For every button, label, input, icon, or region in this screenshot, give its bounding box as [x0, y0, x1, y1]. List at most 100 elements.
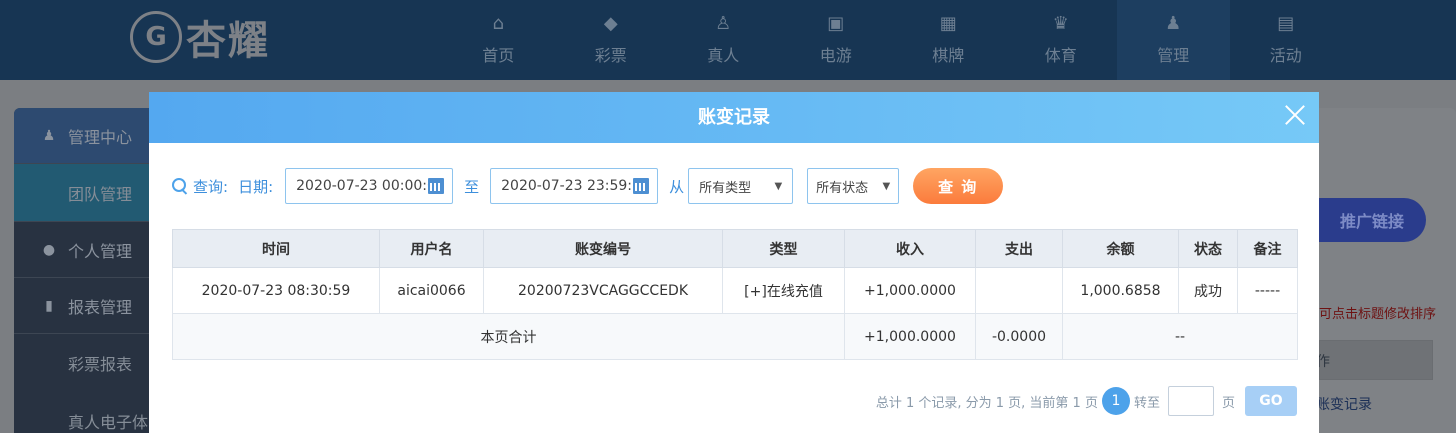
nav-label: 棋牌	[932, 46, 965, 65]
nav-label: 体育	[1044, 46, 1077, 65]
brand-logo[interactable]: G 杏耀	[130, 4, 270, 70]
column-header[interactable]: 状态	[1178, 229, 1238, 268]
type-select-value: 所有类型	[699, 180, 752, 196]
chevron-down-icon: ▼	[882, 180, 891, 192]
home-icon: ⌂	[492, 13, 504, 34]
sidebar-item-team-management[interactable]: 团队管理	[14, 164, 154, 222]
background-transaction-link[interactable]: 账变记录	[1316, 394, 1372, 414]
calendar-icon[interactable]	[428, 178, 445, 194]
goto-page-input[interactable]	[1167, 386, 1214, 416]
slot-icon: ▣	[827, 13, 845, 34]
nav-label: 电游	[819, 46, 852, 65]
nav-label: 彩票	[594, 46, 627, 65]
sidebar-item-label: 报表管理	[68, 297, 133, 317]
column-header[interactable]: 支出	[975, 229, 1063, 268]
end-date-input[interactable]: 2020-07-23 23:59:59	[490, 168, 659, 204]
start-date-input[interactable]: 2020-07-23 00:00:00	[285, 168, 454, 204]
calendar-icon[interactable]	[633, 178, 650, 194]
transaction-table: 时间 用户名 账变编号 类型 收入 支出 余额 状态 备注 2020-07-23…	[172, 229, 1298, 360]
background-table-header: 作	[1316, 340, 1433, 380]
nav-label: 真人	[707, 46, 740, 65]
sidebar: ♟ 管理中心 团队管理 ● 个人管理 ▮ 报表管理 彩票报表 真人电子体	[14, 108, 154, 433]
cell-remark: -----	[1237, 267, 1298, 314]
page-suffix: 页	[1221, 395, 1235, 411]
user-icon: ●	[42, 241, 56, 258]
cell-expense	[975, 267, 1063, 314]
column-header[interactable]: 账变编号	[483, 229, 723, 268]
from-label: 从	[669, 177, 685, 196]
management-icon: ♟	[1165, 13, 1182, 34]
sports-trophy-icon: ♛	[1052, 13, 1069, 34]
sidebar-item-label: 个人管理	[68, 241, 133, 261]
chevron-down-icon: ▼	[774, 180, 783, 192]
goto-label: 转至	[1133, 395, 1160, 411]
sidebar-item-reports[interactable]: ▮ 报表管理	[14, 278, 154, 334]
sidebar-item-personal[interactable]: ● 个人管理	[14, 222, 154, 278]
modal-header: 账变记录	[149, 92, 1319, 143]
sort-hint-text: 可点击标题修改排序	[1319, 307, 1437, 322]
nav-label: 管理	[1157, 46, 1190, 65]
current-page-button[interactable]: 1	[1101, 387, 1130, 415]
nav-item-slots[interactable]: ▣ 电游	[780, 0, 893, 80]
go-button[interactable]: GO	[1245, 386, 1297, 416]
query-label: 查询:	[193, 177, 229, 196]
table-header-row: 时间 用户名 账变编号 类型 收入 支出 余额 状态 备注	[172, 229, 1298, 268]
column-header[interactable]: 备注	[1237, 229, 1298, 268]
page-total-income: +1,000.0000	[844, 313, 976, 360]
gift-icon: ▤	[1277, 13, 1295, 34]
nav-item-live[interactable]: ♙ 真人	[667, 0, 780, 80]
column-header[interactable]: 余额	[1062, 229, 1179, 268]
status-select[interactable]: 所有状态 ▼	[807, 168, 900, 204]
date-label: 日期:	[238, 177, 274, 196]
nav-item-sports[interactable]: ♛ 体育	[1005, 0, 1118, 80]
modal-title: 账变记录	[698, 107, 770, 128]
background-content-panel	[1300, 108, 1456, 433]
nav-label: 活动	[1269, 46, 1302, 65]
query-button[interactable]: 查 询	[913, 168, 1004, 204]
column-header[interactable]: 用户名	[379, 229, 484, 268]
nav-item-activity[interactable]: ▤ 活动	[1230, 0, 1343, 80]
live-dealer-icon: ♙	[715, 13, 732, 34]
type-select[interactable]: 所有类型 ▼	[688, 168, 794, 204]
to-label: 至	[464, 177, 480, 196]
filter-bar: 查询: 日期: 2020-07-23 00:00:00 至 2020-07-23…	[171, 167, 1004, 205]
end-date-value: 2020-07-23 23:59:59	[501, 178, 650, 194]
page-total-label: 本页合计	[172, 313, 845, 360]
table-row: 2020-07-23 08:30:59 aicai0066 20200723VC…	[172, 267, 1298, 314]
cell-txn-id: 20200723VCAGGCCEDK	[483, 267, 723, 314]
nav-label: 首页	[482, 46, 515, 65]
page-total-rest: --	[1062, 313, 1298, 360]
cell-username: aicai0066	[379, 267, 484, 314]
page-total-row: 本页合计 +1,000.0000 -0.0000 --	[172, 313, 1298, 360]
report-icon: ▮	[45, 297, 53, 314]
close-icon[interactable]	[1283, 103, 1307, 127]
users-icon: ♟	[42, 127, 56, 144]
sidebar-item-management-center[interactable]: ♟ 管理中心	[14, 108, 154, 164]
cell-status: 成功	[1178, 267, 1238, 314]
page-total-expense: -0.0000	[975, 313, 1063, 360]
column-header[interactable]: 时间	[172, 229, 380, 268]
status-select-value: 所有状态	[816, 180, 869, 196]
sidebar-item-live-report[interactable]: 真人电子体	[14, 392, 154, 433]
logo-text: 杏耀	[186, 18, 270, 64]
top-navigation-bar: G 杏耀 ⌂ 首页 ◆ 彩票 ♙ 真人 ▣ 电游 ▦ 棋牌 ♛ 体育 ♟ 管理	[0, 0, 1456, 80]
pagination-summary: 总计 1 个记录, 分为 1 页, 当前第 1 页	[875, 395, 1098, 411]
column-header[interactable]: 收入	[844, 229, 976, 268]
cell-type: [+]在线充值	[722, 267, 845, 314]
sidebar-item-lottery-report[interactable]: 彩票报表	[14, 334, 154, 392]
column-header[interactable]: 类型	[722, 229, 845, 268]
lottery-icon: ◆	[603, 13, 618, 34]
main-nav: ⌂ 首页 ◆ 彩票 ♙ 真人 ▣ 电游 ▦ 棋牌 ♛ 体育 ♟ 管理 ▤ 活动	[442, 0, 1342, 80]
pagination: 总计 1 个记录, 分为 1 页, 当前第 1 页 1 转至 页 GO	[876, 385, 1297, 417]
sidebar-item-label: 管理中心	[68, 127, 133, 147]
cell-time: 2020-07-23 08:30:59	[172, 267, 380, 314]
nav-item-chess[interactable]: ▦ 棋牌	[892, 0, 1005, 80]
cell-balance: 1,000.6858	[1062, 267, 1179, 314]
nav-item-lottery[interactable]: ◆ 彩票	[555, 0, 668, 80]
cell-income: +1,000.0000	[844, 267, 976, 314]
start-date-value: 2020-07-23 00:00:00	[296, 178, 445, 194]
logo-emblem: G	[130, 11, 182, 63]
nav-item-home[interactable]: ⌂ 首页	[442, 0, 555, 80]
transaction-record-modal: 账变记录 查询: 日期: 2020-07-23 00:00:00 至 2020-…	[149, 92, 1319, 433]
nav-item-management[interactable]: ♟ 管理	[1117, 0, 1230, 80]
